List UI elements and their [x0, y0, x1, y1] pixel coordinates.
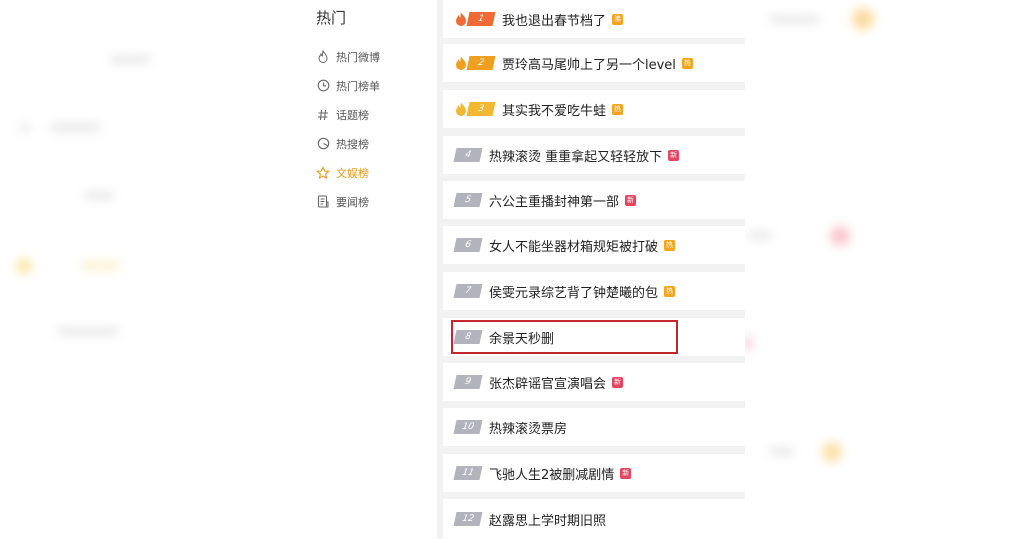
- clock-icon: [316, 79, 330, 93]
- new-badge: 新: [625, 194, 637, 206]
- item-title: 其实我不爱吃牛蛙: [502, 103, 607, 119]
- nav-item-label: 话题榜: [336, 108, 369, 122]
- rank-number: 11: [453, 466, 483, 480]
- new-badge: 新: [668, 149, 680, 161]
- hot-badge: 热: [681, 57, 693, 69]
- search-circle-icon: [316, 137, 330, 151]
- blurred-background: [84, 192, 114, 199]
- nav-item-news[interactable]: 要闻榜: [316, 187, 426, 216]
- item-title: 六公主重播封神第一部: [489, 194, 620, 210]
- nav-item-hot-lists[interactable]: 热门榜单: [316, 71, 426, 100]
- nav-item-label: 热门微博: [336, 50, 380, 64]
- blurred-background: [50, 124, 100, 131]
- item-title: 飞驰人生2被删减剧情: [489, 467, 615, 483]
- list-item[interactable]: 3 其实我不爱吃牛蛙 热: [443, 90, 745, 128]
- item-title: 我也退出春节档了: [502, 13, 607, 29]
- list-item[interactable]: 11 飞驰人生2被删减剧情 新: [443, 454, 745, 492]
- blurred-background: [822, 442, 842, 462]
- list-item[interactable]: 1 我也退出春节档了 沸: [443, 0, 745, 38]
- blurred-background: [770, 448, 794, 455]
- rank-number: 7: [453, 284, 483, 298]
- item-title: 热辣滚烫票房: [489, 421, 568, 437]
- list-item[interactable]: 4 热辣滚烫 重重拿起又轻轻放下 新: [443, 136, 745, 174]
- new-badge: 新: [612, 376, 624, 388]
- list-item[interactable]: 5 六公主重播封神第一部 新: [443, 181, 745, 219]
- new-badge: 新: [620, 467, 632, 479]
- star-icon: [316, 166, 330, 180]
- list-item[interactable]: 10 热辣滚烫票房: [443, 408, 745, 446]
- nav-item-label: 文娱榜: [336, 166, 369, 180]
- blurred-background: [110, 56, 150, 63]
- nav-item-entertainment[interactable]: 文娱榜: [316, 158, 426, 187]
- nav-item-label: 要闻榜: [336, 195, 369, 209]
- nav-item-topics[interactable]: 话题榜: [316, 100, 426, 129]
- flame-icon: [456, 12, 466, 26]
- item-title: 女人不能坐器材箱规矩被打破: [489, 239, 659, 255]
- rank-number: 9: [453, 375, 483, 389]
- fire-outline-icon: [316, 50, 330, 64]
- flame-icon: [456, 102, 466, 116]
- blurred-background: [770, 16, 820, 23]
- rank-number: 2: [466, 56, 496, 70]
- list-item[interactable]: 12 赵露思上学时期旧照: [443, 499, 745, 539]
- list-item[interactable]: 8 余景天秒删: [443, 318, 745, 356]
- item-title: 贾玲高马尾帅上了另一个level: [502, 57, 676, 73]
- blurred-background: [830, 226, 850, 246]
- blurred-background: [20, 124, 30, 131]
- document-icon: [316, 195, 330, 209]
- blurred-background: [852, 8, 874, 30]
- blurred-background: [80, 262, 120, 269]
- nav-title: 热门: [316, 9, 347, 27]
- rank-number: 5: [453, 193, 483, 207]
- hot-badge: 热: [664, 285, 676, 297]
- hashtag-icon: [316, 108, 330, 122]
- list-item[interactable]: 6 女人不能坐器材箱规矩被打破 热: [443, 226, 745, 264]
- blurred-background: [58, 328, 118, 335]
- nav-item-hot-weibo[interactable]: 热门微博: [316, 42, 426, 71]
- item-title: 张杰辟谣官宣演唱会: [489, 376, 607, 392]
- hot-badge: 沸: [612, 13, 624, 25]
- item-title: 余景天秒删: [489, 331, 555, 347]
- blurred-background: [16, 258, 32, 274]
- nav-item-label: 热门榜单: [336, 79, 380, 93]
- rank-number: 3: [466, 102, 496, 116]
- nav-item-hot-search[interactable]: 热搜榜: [316, 129, 426, 158]
- item-title: 热辣滚烫 重重拿起又轻轻放下: [489, 149, 663, 165]
- item-title: 侯雯元录综艺背了钟楚曦的包: [489, 285, 659, 301]
- rank-number: 4: [453, 148, 483, 162]
- hot-navigation: 热门 热门微博 热门榜单 话题榜 热搜榜 文娱榜 要闻榜: [316, 8, 426, 216]
- list-item[interactable]: 9 张杰辟谣官宣演唱会 新: [443, 363, 745, 401]
- nav-item-label: 热搜榜: [336, 137, 369, 151]
- item-title: 赵露思上学时期旧照: [489, 513, 607, 529]
- rank-number: 6: [453, 238, 483, 252]
- list-item[interactable]: 2 贾玲高马尾帅上了另一个level 热: [443, 44, 745, 82]
- blurred-background: [744, 336, 752, 350]
- blurred-background: [748, 232, 772, 239]
- entertainment-hot-list: 1 我也退出春节档了 沸 2 贾玲高马尾帅上了另一个level 热 3 其实我不…: [437, 0, 745, 539]
- rank-number: 1: [466, 12, 496, 26]
- rank-number: 12: [453, 512, 483, 526]
- hot-badge: 热: [612, 103, 624, 115]
- hot-badge: 热: [664, 239, 676, 251]
- list-item[interactable]: 7 侯雯元录综艺背了钟楚曦的包 热: [443, 272, 745, 310]
- rank-number: 10: [453, 420, 483, 434]
- rank-number: 8: [453, 330, 483, 344]
- flame-icon: [456, 56, 466, 70]
